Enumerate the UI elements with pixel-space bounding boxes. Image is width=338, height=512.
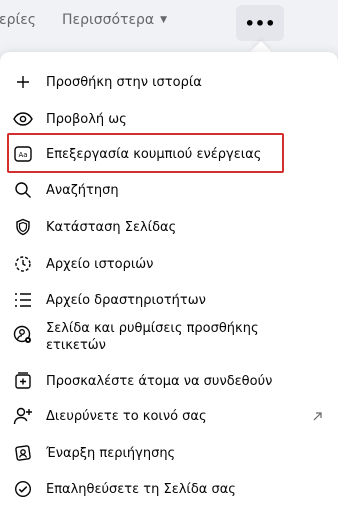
list-icon (12, 289, 34, 311)
menu-item-label: Αρχείο ιστοριών (46, 256, 154, 272)
menu-item-edit-action-button[interactable]: Aa Επεξεργασία κουμπιού ενέργειας (0, 142, 338, 166)
action-button-icon: Aa (12, 143, 34, 165)
eye-icon (12, 108, 34, 130)
menu-item-grow-audience[interactable]: Διευρύνετε το κοινό σας (0, 404, 338, 428)
menu-item-label: Αρχείο δραστηριοτήτων (46, 292, 206, 308)
tab-partial[interactable]: ερίες (0, 12, 36, 28)
tag-settings-icon (12, 324, 34, 346)
search-icon (12, 179, 34, 201)
plus-icon (12, 71, 34, 93)
menu-item-label: Αναζήτηση (46, 182, 119, 198)
menu-item-label: Επαληθεύσετε τη Σελίδα σας (46, 481, 236, 497)
menu-item-label: Επεξεργασία κουμπιού ενέργειας (46, 146, 262, 162)
menu-item-start-tour[interactable]: Έναρξη περιήγησης (0, 441, 338, 465)
menu-item-label: Κατάσταση Σελίδας (46, 219, 177, 235)
shield-icon (12, 216, 34, 238)
story-archive-icon (12, 253, 34, 275)
tab-more[interactable]: Περισσότερα ▼ (62, 12, 167, 28)
menu-item-label: Έναρξη περιήγησης (46, 445, 176, 461)
external-link-icon (313, 411, 322, 421)
menu-item-activity-log[interactable]: Αρχείο δραστηριοτήτων (0, 288, 338, 312)
tab-more-label: Περισσότερα (62, 12, 155, 28)
more-dots-icon: ••• (244, 13, 276, 33)
caret-down-icon: ▼ (160, 15, 168, 25)
menu-item-view-as[interactable]: Προβολή ως (0, 107, 338, 131)
menu-item-story-archive[interactable]: Αρχείο ιστοριών (0, 252, 338, 276)
menu-item-label: Διευρύνετε το κοινό σας (46, 408, 207, 424)
menu-item-invite[interactable]: Προσκαλέστε άτομα να συνδεθούν (0, 369, 338, 393)
menu-item-label: Προσκαλέστε άτομα να συνδεθούν (46, 373, 273, 389)
more-options-button[interactable]: ••• (236, 5, 284, 41)
verify-icon (12, 478, 34, 500)
menu-item-tagging-settings[interactable]: Σελίδα και ρυθμίσεις προσθήκης ετικετών (0, 320, 338, 360)
top-navigation: ερίες Περισσότερα ▼ ••• (0, 0, 338, 44)
tour-icon (12, 442, 34, 464)
menu-item-add-to-story[interactable]: Προσθήκη στην ιστορία (0, 70, 338, 94)
menu-item-page-status[interactable]: Κατάσταση Σελίδας (0, 215, 338, 239)
dropdown-menu: Προσθήκη στην ιστορία Προβολή ως Aa Επεξ… (0, 52, 338, 512)
menu-item-verify-page[interactable]: Επαληθεύσετε τη Σελίδα σας (0, 477, 338, 501)
menu-item-label: Σελίδα και ρυθμίσεις προσθήκης ετικετών (46, 321, 259, 353)
menu-item-search[interactable]: Αναζήτηση (0, 178, 338, 202)
menu-item-label: Προβολή ως (46, 111, 127, 127)
svg-text:Aa: Aa (18, 151, 27, 159)
invite-icon (12, 370, 34, 392)
add-person-icon (12, 405, 34, 427)
menu-item-label: Προσθήκη στην ιστορία (46, 74, 202, 90)
